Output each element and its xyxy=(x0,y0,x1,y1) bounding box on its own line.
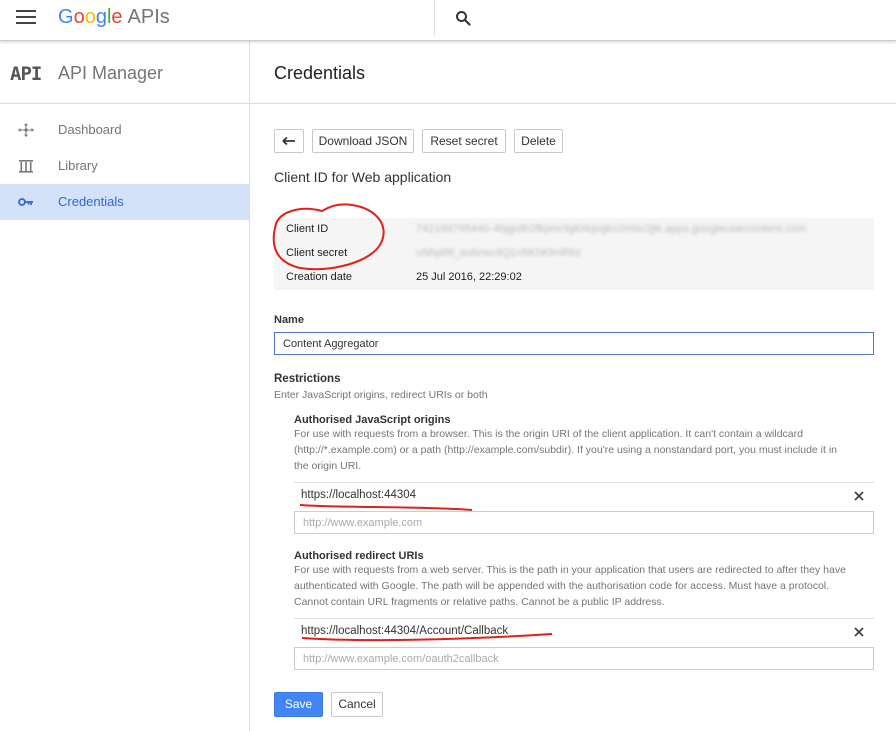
page-title: Credentials xyxy=(274,63,366,83)
redirect-uri-entry: https://localhost:44304/Account/Callback xyxy=(301,625,509,637)
restrictions-label: Restrictions xyxy=(274,373,341,385)
remove-redirect-close-icon[interactable] xyxy=(853,626,865,638)
sidebar-item-label: Credentials xyxy=(58,194,124,209)
cancel-button[interactable]: Cancel xyxy=(331,692,383,717)
sidebar-header: API API Manager xyxy=(0,41,249,104)
client-id-label: Client ID xyxy=(286,223,329,235)
redirect-uris-label: Authorised redirect URIs xyxy=(294,550,424,562)
client-id-row: Client ID 742169795440-4bjgrdh2fkpnv3gl0… xyxy=(274,218,874,242)
js-origins-help: For use with requests from a browser. Th… xyxy=(294,426,879,474)
help-line: the origin URI. xyxy=(294,460,362,472)
sidebar-item-label: Library xyxy=(58,158,98,173)
menu-icon[interactable] xyxy=(16,10,36,26)
js-origins-label: Authorised JavaScript origins xyxy=(294,414,451,426)
logo-letter: o xyxy=(84,6,96,28)
key-icon xyxy=(18,198,33,206)
main-content: Credentials Download JSON Reset secret D… xyxy=(250,41,896,731)
help-line: For use with requests from a browser. Th… xyxy=(294,428,803,440)
dashboard-icon xyxy=(18,123,34,137)
remove-origin-close-icon[interactable] xyxy=(853,490,865,502)
back-arrow-icon xyxy=(282,136,295,146)
sidebar-title: API Manager xyxy=(58,63,164,83)
top-app-bar: Google APIs xyxy=(0,0,896,41)
divider xyxy=(294,482,874,483)
api-logo: API xyxy=(10,63,42,85)
google-apis-logo[interactable]: Google APIs xyxy=(58,6,170,29)
sidebar: API API Manager Dashboard Library Creden… xyxy=(0,41,250,731)
client-secret-label: Client secret xyxy=(286,247,348,259)
creation-date-row: Creation date 25 Jul 2016, 22:29:02 xyxy=(274,266,874,290)
sidebar-item-label: Dashboard xyxy=(58,122,122,137)
reset-secret-button[interactable]: Reset secret xyxy=(422,129,506,153)
redirect-uri-input[interactable] xyxy=(294,647,874,670)
help-line: For use with requests from a web server.… xyxy=(294,564,846,576)
client-type-subtitle: Client ID for Web application xyxy=(274,169,452,185)
redirect-uris-help: For use with requests from a web server.… xyxy=(294,562,884,610)
logo-letter: o xyxy=(73,6,85,28)
restrictions-help: Enter JavaScript origins, redirect URIs … xyxy=(274,389,488,401)
delete-button[interactable]: Delete xyxy=(514,129,563,153)
help-line: authenticated with Google. The path will… xyxy=(294,580,830,592)
name-input[interactable] xyxy=(274,332,874,355)
sidebar-item-dashboard[interactable]: Dashboard xyxy=(0,112,249,148)
sidebar-item-library[interactable]: Library xyxy=(0,148,249,184)
save-button[interactable]: Save xyxy=(274,692,323,717)
client-id-value: 742169795440-4bjgrdh2fkpnv3gl04qvgkv2mls… xyxy=(416,223,807,235)
search-icon[interactable] xyxy=(455,10,471,26)
sidebar-item-credentials[interactable]: Credentials xyxy=(0,184,249,220)
search-box[interactable] xyxy=(434,0,896,36)
back-button[interactable] xyxy=(274,129,304,153)
client-secret-value: uNhpl9f_eubnsc4Q1n5KhKfmRbz xyxy=(416,247,582,259)
client-info-table: Client ID 742169795440-4bjgrdh2fkpnv3gl0… xyxy=(274,218,874,290)
divider xyxy=(294,618,874,619)
library-icon xyxy=(19,160,33,173)
creation-date-value: 25 Jul 2016, 22:29:02 xyxy=(416,271,522,283)
logo-letter: g xyxy=(95,6,107,28)
client-secret-row: Client secret uNhpl9f_eubnsc4Q1n5KhKfmRb… xyxy=(274,242,874,266)
logo-letter: e xyxy=(111,6,123,28)
help-line: Cannot contain URL fragments or relative… xyxy=(294,596,665,608)
creation-date-label: Creation date xyxy=(286,271,353,283)
js-origin-entry: https://localhost:44304 xyxy=(301,489,417,501)
js-origin-input[interactable] xyxy=(294,511,874,534)
download-json-button[interactable]: Download JSON xyxy=(312,129,414,153)
logo-letter: G xyxy=(58,6,74,28)
main-header: Credentials xyxy=(250,41,896,104)
logo-suffix: APIs xyxy=(127,6,170,28)
help-line: (http://*.example.com) or a path (http:/… xyxy=(294,444,838,456)
name-label: Name xyxy=(274,314,304,326)
